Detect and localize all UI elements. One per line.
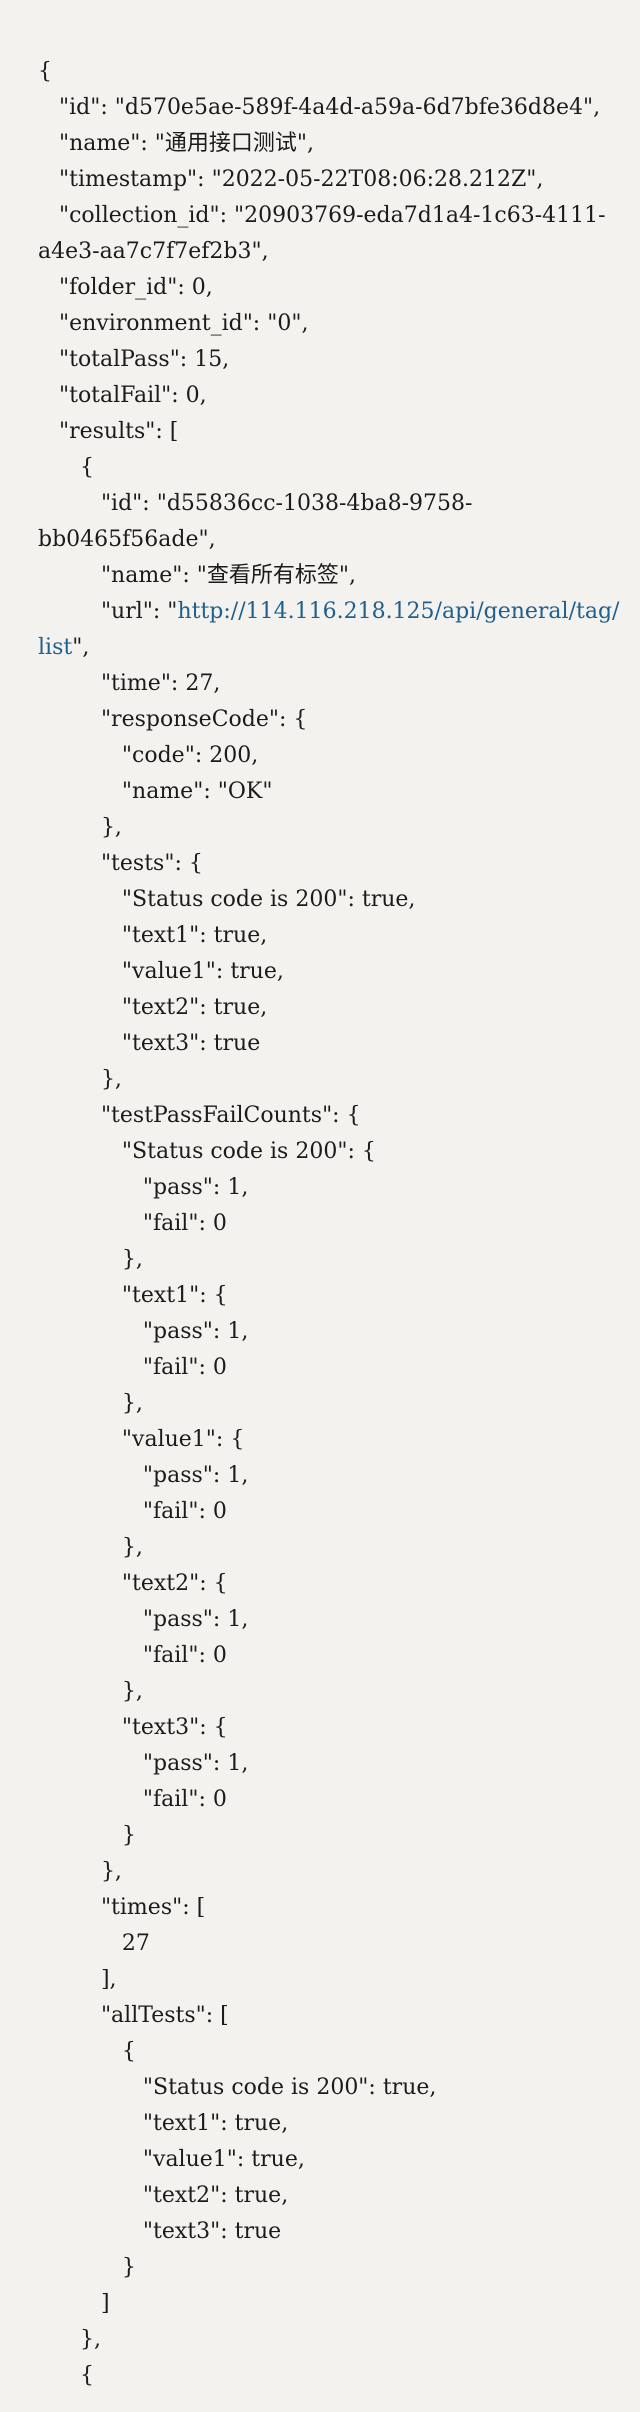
code-line: {	[38, 455, 94, 480]
code-line: }	[38, 2255, 136, 2280]
code-line: "id": "d570e5ae-589f-4a4d-a59a-6d7bfe36d…	[38, 95, 601, 120]
code-line: "pass": 1,	[38, 1463, 249, 1488]
code-line: "fail": 0	[38, 1211, 227, 1236]
code-line: "Status code is 200": true,	[38, 2075, 437, 2100]
code-line: "id": "d55836cc-1038-4ba8-9758-	[38, 491, 473, 516]
code-line: {	[38, 59, 52, 84]
code-line: "times": [	[38, 1895, 206, 1920]
code-line: "pass": 1,	[38, 1607, 249, 1632]
code-line-url-end: list",	[38, 635, 90, 660]
code-line: "pass": 1,	[38, 1751, 249, 1776]
code-line: "name": "OK"	[38, 779, 273, 804]
code-line: "totalPass": 15,	[38, 347, 230, 372]
code-line: "text2": true,	[38, 995, 268, 1020]
url-link[interactable]: http://114.116.218.125/api/general/tag/	[177, 599, 619, 624]
code-line: },	[38, 2327, 101, 2352]
code-line: },	[38, 1859, 122, 1884]
code-line: "value1": true,	[38, 959, 284, 984]
code-line: "environment_id": "0",	[38, 311, 309, 336]
code-line: "folder_id": 0,	[38, 275, 213, 300]
code-line: a4e3-aa7c7f7ef2b3",	[38, 239, 269, 264]
code-line: "fail": 0	[38, 1499, 227, 1524]
code-line: "text1": true,	[38, 2111, 289, 2136]
code-line: {	[38, 2039, 136, 2064]
code-line: "text3": true	[38, 2219, 282, 2244]
code-line: "responseCode": {	[38, 707, 308, 732]
code-line: "text1": true,	[38, 923, 268, 948]
code-line: },	[38, 1391, 143, 1416]
code-line: },	[38, 1067, 122, 1092]
url-link-continued[interactable]: list	[38, 635, 72, 660]
code-line: "value1": true,	[38, 2147, 305, 2172]
code-line: "text2": {	[38, 1571, 228, 1596]
code-line: "value1": {	[38, 1427, 245, 1452]
code-line: "testPassFailCounts": {	[38, 1103, 361, 1128]
code-line: "tests": {	[38, 851, 203, 876]
code-line: "results": [	[38, 419, 179, 444]
code-line: ]	[38, 2291, 110, 2316]
code-line: "pass": 1,	[38, 1175, 249, 1200]
code-line-url: "url": "http://114.116.218.125/api/gener…	[38, 594, 620, 630]
code-line: "allTests": [	[38, 2003, 229, 2028]
code-line: ],	[38, 1967, 117, 1992]
code-line: "timestamp": "2022-05-22T08:06:28.212Z",	[38, 167, 544, 192]
code-line: "name": "通用接口测试",	[38, 131, 315, 156]
code-line: },	[38, 815, 122, 840]
code-line: "name": "查看所有标签",	[38, 563, 356, 588]
code-line: "time": 27,	[38, 671, 221, 696]
code-line-partial: {	[38, 2363, 94, 2388]
code-line: "Status code is 200": {	[38, 1139, 376, 1164]
url-key: "url": "	[38, 599, 178, 624]
code-line: "fail": 0	[38, 1787, 227, 1812]
code-line: "Status code is 200": true,	[38, 887, 416, 912]
code-line: bb0465f56ade",	[38, 527, 216, 552]
code-line: "fail": 0	[38, 1643, 227, 1668]
code-line: "totalFail": 0,	[38, 383, 207, 408]
code-line: "text2": true,	[38, 2183, 289, 2208]
code-line: },	[38, 1247, 143, 1272]
code-line: },	[38, 1679, 143, 1704]
code-line: "code": 200,	[38, 743, 259, 768]
code-line: 27	[38, 1931, 150, 1956]
code-line: "text3": {	[38, 1715, 228, 1740]
code-line: "text3": true	[38, 1031, 261, 1056]
code-line: "pass": 1,	[38, 1319, 249, 1344]
code-line: },	[38, 1535, 143, 1560]
code-line: }	[38, 1823, 136, 1848]
code-line: "fail": 0	[38, 1355, 227, 1380]
code-line: "text1": {	[38, 1283, 228, 1308]
json-document: { "id": "d570e5ae-589f-4a4d-a59a-6d7bfe3…	[38, 54, 620, 2388]
code-line: "collection_id": "20903769-eda7d1a4-1c63…	[38, 203, 606, 228]
